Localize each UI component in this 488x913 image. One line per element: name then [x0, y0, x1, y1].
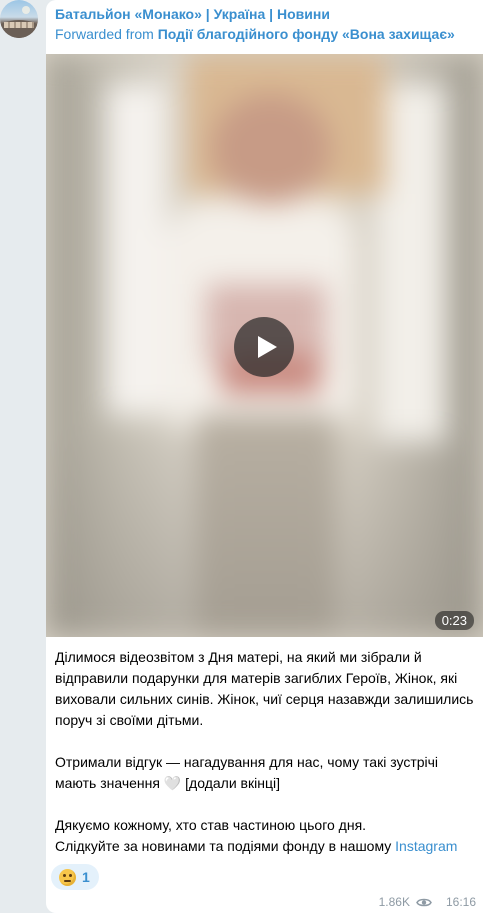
forwarded-source-link[interactable]: Події благодійного фонду «Вона захищає»: [158, 26, 455, 42]
reaction-chip[interactable]: 1: [51, 864, 99, 890]
message-paragraph: Дякуємо кожному, хто став частиною цього…: [55, 817, 367, 833]
play-icon: [258, 336, 277, 358]
video-duration: 0:23: [434, 611, 474, 630]
message-meta: 1.86K 16:16: [379, 895, 476, 909]
reaction-count: 1: [82, 869, 90, 885]
message-bubble: Батальйон «Монако» | Україна | Новини Fo…: [46, 0, 488, 913]
view-count: 1.86K: [378, 895, 410, 909]
message-time: 16:16: [445, 895, 476, 909]
message-text-tail: Слідкуйте за новинами та подіями фонду в…: [55, 838, 396, 854]
channel-avatar[interactable]: [0, 0, 38, 38]
avatar-sun: [22, 6, 30, 14]
forwarded-from: Forwarded from Події благодійного фонду …: [55, 26, 455, 42]
channel-name[interactable]: Батальйон «Монако» | Україна | Новини: [55, 6, 330, 22]
avatar-houses: [4, 22, 34, 28]
message-text: Ділимося відеозвітом з Дня матері, на як…: [55, 647, 475, 857]
video-player[interactable]: 0:23: [46, 54, 483, 637]
eye-icon: [416, 897, 432, 908]
instagram-link[interactable]: Instagram: [395, 838, 457, 854]
forwarded-prefix: Forwarded from: [55, 26, 158, 42]
message-paragraph: Слідкуйте за новинами та подіями фонду в…: [55, 836, 475, 857]
message-paragraph: Ділимося відеозвітом з Дня матері, на як…: [55, 649, 474, 728]
message-paragraph: Отримали відгук — нагадування для нас, ч…: [55, 754, 439, 791]
play-button[interactable]: [234, 317, 294, 377]
thinking-face-icon: [59, 869, 76, 886]
